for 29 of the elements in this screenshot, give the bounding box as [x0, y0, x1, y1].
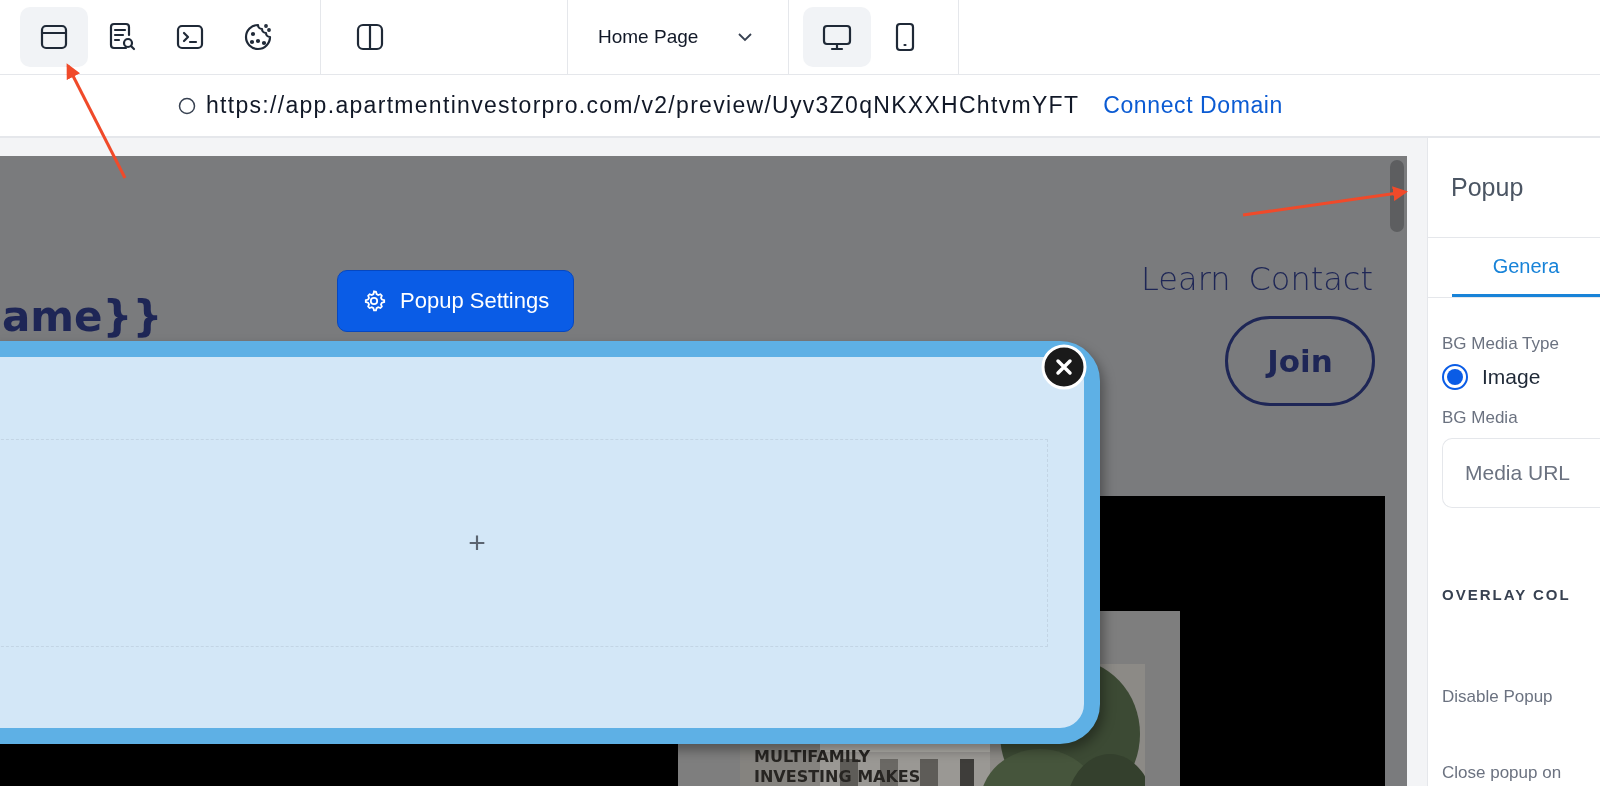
columns-icon [354, 21, 386, 53]
chevron-down-icon [738, 32, 753, 42]
radio-button[interactable] [1442, 364, 1468, 390]
panel-tab[interactable]: Genera [1452, 238, 1600, 297]
popup-settings-button[interactable]: Popup Settings [337, 270, 575, 332]
connect-domain-link[interactable]: Connect Domain [1103, 92, 1283, 119]
site-heading: ame}} [2, 292, 163, 343]
nav-link[interactable]: Contact [1248, 260, 1373, 298]
close-button[interactable] [1041, 344, 1087, 390]
preview-url: https://app.apartmentinvestorpro.com/v2/preview/Uyv3Z0qNKXXHChtvmYFT [206, 92, 1080, 119]
drop-zone[interactable]: + [0, 439, 1048, 647]
panel-title: Popup [1428, 138, 1600, 238]
media-url-field[interactable]: Media URL [1442, 438, 1600, 508]
nav-link[interactable]: Learn [1141, 260, 1231, 298]
globe-status-icon [178, 96, 196, 115]
field-label: Disable Popup [1442, 687, 1554, 707]
hero-text: MULTIFAMILY INVESTING MAKES [754, 747, 922, 786]
field-label: BG Media Type [1442, 334, 1560, 354]
section-heading: OVERLAY COL [1442, 586, 1572, 603]
radio-option[interactable]: Image [1442, 364, 1541, 390]
field-label: Close popup on [1442, 763, 1563, 783]
settings-icon [362, 289, 386, 313]
device-button[interactable] [803, 7, 871, 67]
cookie-icon [242, 21, 274, 53]
join-button[interactable]: Join [1225, 316, 1375, 406]
toolbar-button[interactable] [20, 7, 88, 67]
add-element-symbol[interactable]: + [468, 526, 486, 560]
field-label: BG Media [1442, 408, 1519, 428]
page-select[interactable]: Home Page [568, 26, 783, 48]
